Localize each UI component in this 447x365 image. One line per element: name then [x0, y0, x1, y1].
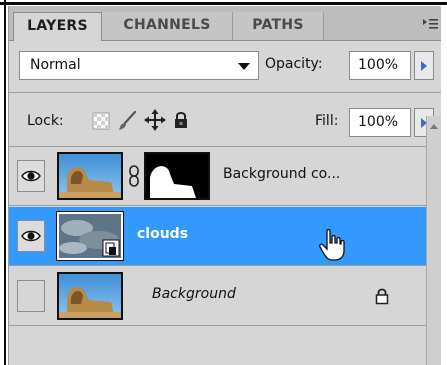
left-border	[4, 0, 6, 365]
chevron-down-icon	[238, 63, 250, 70]
screenshot-frame: LAYERS CHANNELS PATHS Normal Opacity: 10…	[0, 0, 447, 365]
panel-menu-icon[interactable]	[421, 16, 439, 32]
lock-icon	[375, 288, 389, 305]
lock-label: Lock:	[27, 113, 64, 129]
chain-link-icon[interactable]	[128, 165, 140, 187]
lock-all-padlock-icon[interactable]	[173, 110, 189, 130]
opacity-label: Opacity:	[265, 56, 323, 72]
layer-thumbnail	[57, 212, 123, 260]
tab-paths[interactable]: PATHS	[233, 12, 324, 40]
fill-value: 100%	[358, 114, 399, 130]
layer-thumbnail	[57, 152, 123, 200]
layer-name: Background co...	[223, 166, 341, 182]
visibility-toggle[interactable]	[17, 220, 45, 252]
tab-bar: LAYERS CHANNELS PATHS	[9, 6, 441, 41]
layers-panel: LAYERS CHANNELS PATHS Normal Opacity: 10…	[8, 6, 441, 365]
layer-mask-thumbnail[interactable]	[144, 152, 210, 200]
blend-mode-select[interactable]: Normal	[19, 51, 259, 80]
layer-name: Background	[152, 286, 236, 302]
fill-label: Fill:	[315, 113, 339, 129]
hand-pointer-cursor-icon	[319, 229, 345, 261]
sphinx-thumbnail-image	[59, 154, 121, 198]
scroll-up-arrow-icon[interactable]	[429, 122, 439, 130]
tab-channels[interactable]: CHANNELS	[102, 12, 233, 40]
fill-input[interactable]: 100%	[349, 108, 411, 137]
divider	[9, 92, 441, 93]
opacity-slider-button[interactable]	[414, 51, 434, 80]
blend-mode-value: Normal	[30, 57, 81, 73]
visibility-toggle[interactable]	[17, 160, 45, 192]
scrollbar[interactable]	[426, 116, 441, 365]
clouds-thumbnail-image	[59, 214, 121, 258]
lock-transparent-pixels-icon[interactable]	[92, 112, 110, 130]
lock-image-pixels-brush-icon[interactable]	[117, 110, 137, 132]
layer-row-background[interactable]: Background	[9, 267, 441, 326]
layer-thumbnail	[57, 272, 123, 320]
tab-layers[interactable]: LAYERS	[13, 12, 102, 41]
layer-row-background-copy[interactable]: Background co...	[9, 147, 441, 206]
eye-icon	[21, 170, 41, 182]
layer-row-clouds[interactable]: clouds	[9, 207, 441, 266]
top-border	[0, 2, 447, 5]
eye-icon	[21, 230, 41, 242]
lock-position-move-icon[interactable]	[144, 109, 166, 131]
opacity-input[interactable]: 100%	[349, 51, 411, 80]
opacity-value: 100%	[358, 57, 399, 73]
mask-silhouette-image	[146, 154, 208, 198]
visibility-toggle[interactable]	[17, 280, 45, 312]
layer-name: clouds	[137, 226, 189, 242]
sphinx-thumbnail-image	[59, 274, 121, 318]
